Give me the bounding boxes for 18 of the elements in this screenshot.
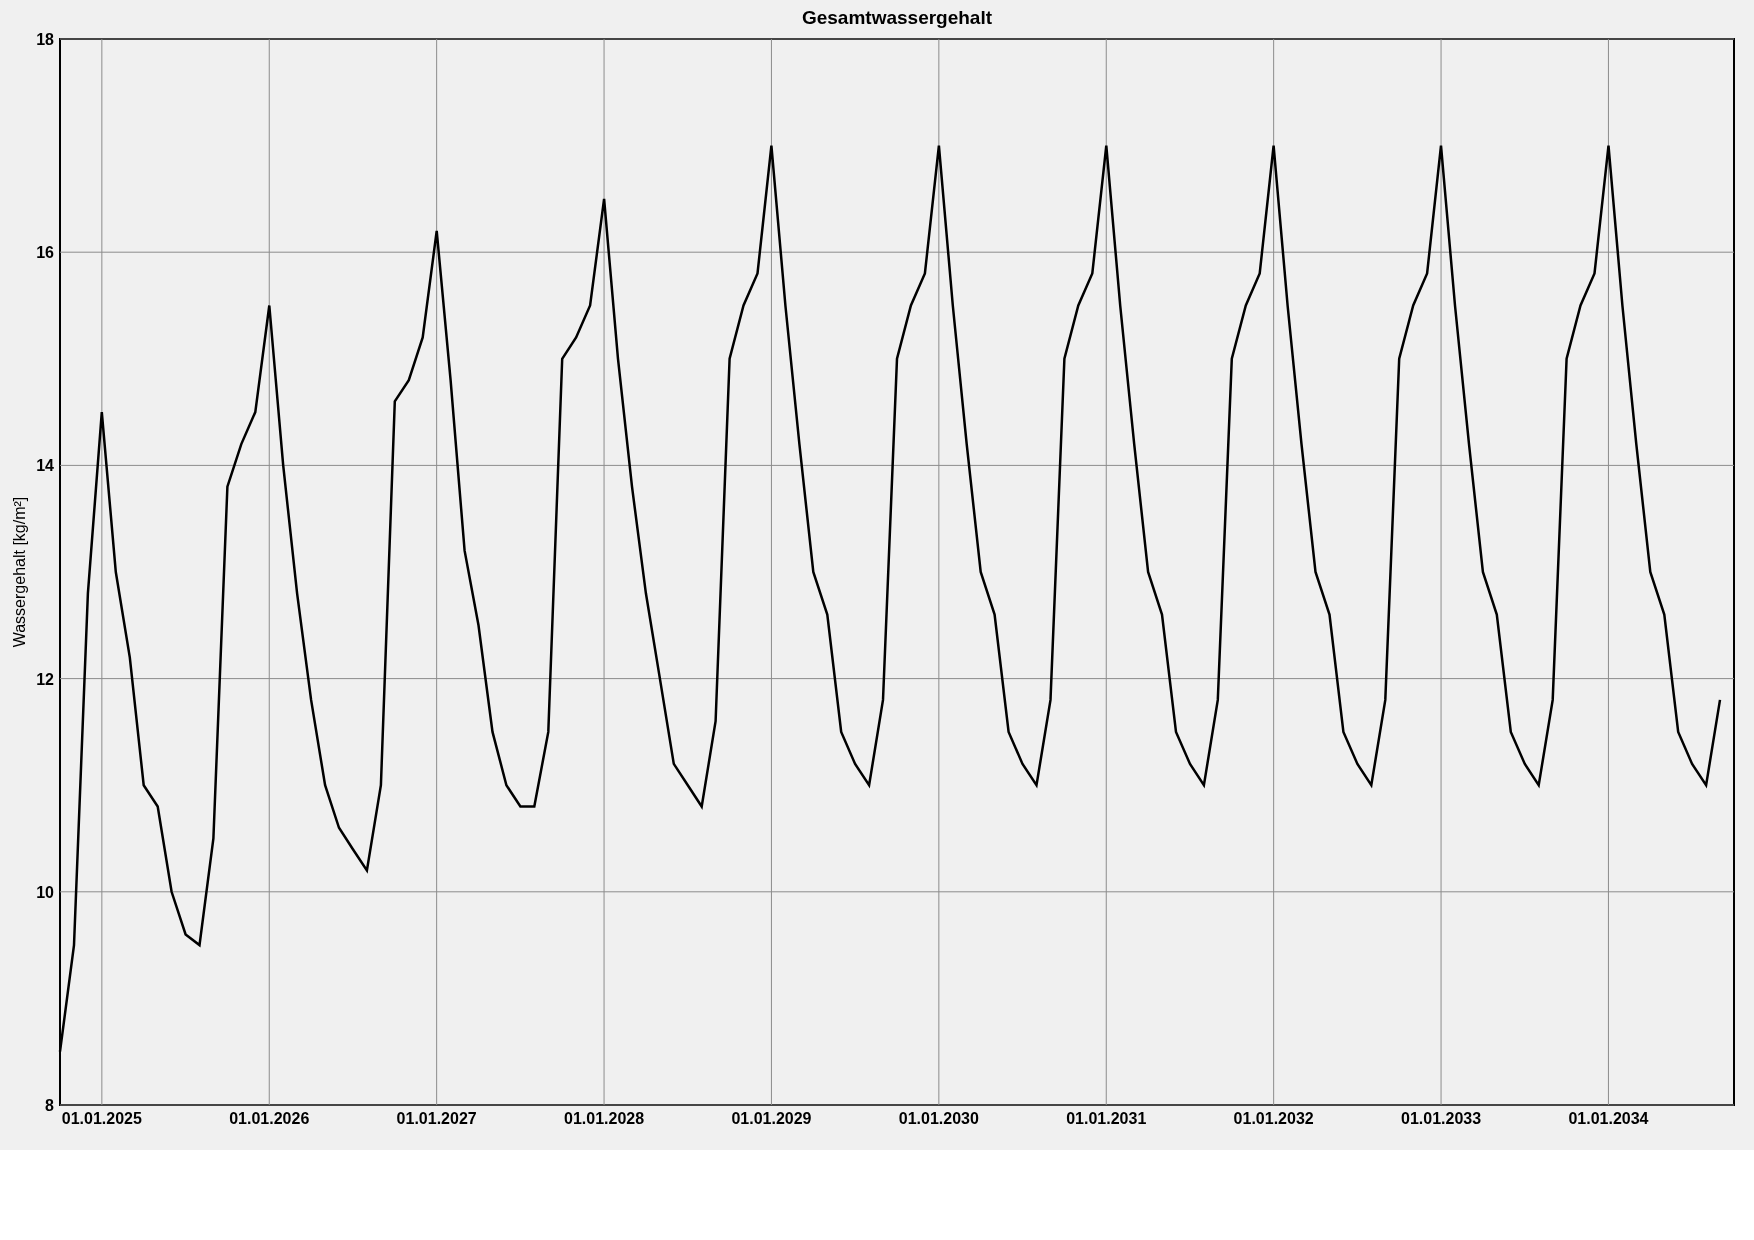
x-tick-label: 01.01.2034	[1568, 1110, 1649, 1127]
y-tick-label: 12	[36, 670, 54, 688]
x-tick-label: 01.01.2033	[1401, 1110, 1482, 1127]
y-tick-label: 10	[36, 883, 54, 901]
y-tick-label: 18	[36, 31, 54, 48]
y-axis-label: Wassergehalt [kg/m²]	[11, 496, 28, 648]
x-tick-label: 01.01.2026	[229, 1110, 310, 1127]
x-tick-label: 01.01.2028	[564, 1110, 645, 1127]
x-tick-label: 01.01.2031	[1066, 1110, 1147, 1127]
y-tick-label: 8	[45, 1097, 54, 1114]
x-tick-label: 01.01.2027	[396, 1110, 477, 1127]
x-tick-label: 01.01.2025	[61, 1110, 142, 1127]
y-tick-label: 16	[36, 244, 54, 262]
x-tick-label: 01.01.2030	[898, 1110, 979, 1127]
chart-title: Gesamtwassergehalt	[801, 7, 993, 28]
y-tick-label: 14	[36, 457, 54, 475]
x-tick-label: 01.01.2029	[731, 1110, 812, 1127]
x-tick-label: 01.01.2032	[1233, 1110, 1314, 1127]
